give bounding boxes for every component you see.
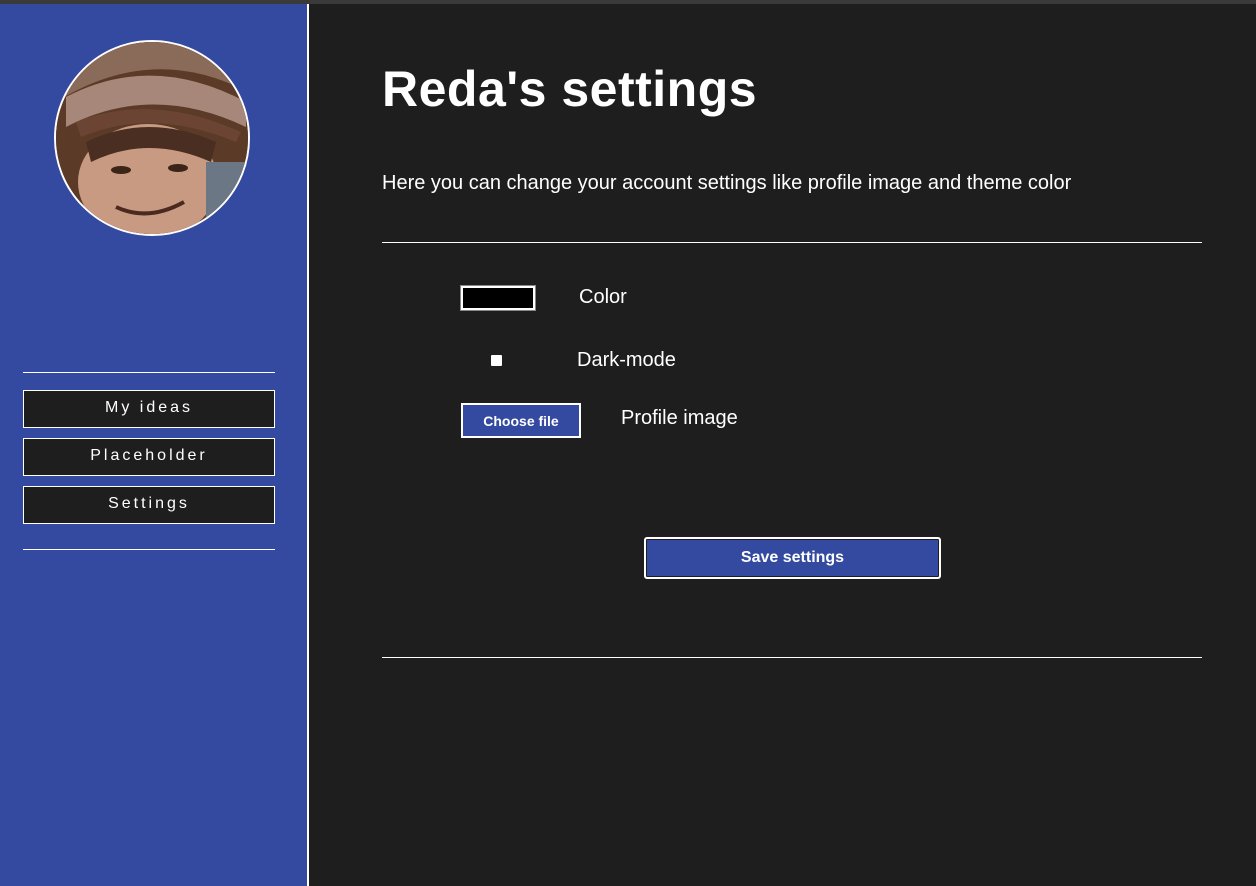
page-title: Reda's settings	[382, 61, 758, 117]
color-picker[interactable]	[460, 285, 536, 311]
nav-button-placeholder[interactable]: Placeholder	[23, 438, 275, 476]
save-settings-button[interactable]: Save settings	[644, 537, 941, 579]
dark-mode-checkbox[interactable]	[491, 355, 502, 366]
main-divider-bottom	[382, 657, 1202, 658]
choose-file-button[interactable]: Choose file	[461, 403, 581, 438]
sidebar-divider-bottom	[23, 549, 275, 550]
dark-mode-label: Dark-mode	[577, 349, 676, 371]
main-divider-top	[382, 242, 1202, 243]
nav-button-my-ideas[interactable]: My ideas	[23, 390, 275, 428]
nav-button-settings[interactable]: Settings	[23, 486, 275, 524]
sidebar: My ideas Placeholder Settings	[0, 4, 307, 886]
color-label: Color	[579, 286, 627, 308]
page-description: Here you can change your account setting…	[382, 172, 1072, 194]
settings-panel: Reda's settings Here you can change your…	[309, 4, 1256, 886]
sidebar-divider-top	[23, 372, 275, 373]
profile-avatar	[54, 40, 250, 236]
avatar-image	[56, 42, 248, 234]
profile-image-label: Profile image	[621, 407, 738, 429]
